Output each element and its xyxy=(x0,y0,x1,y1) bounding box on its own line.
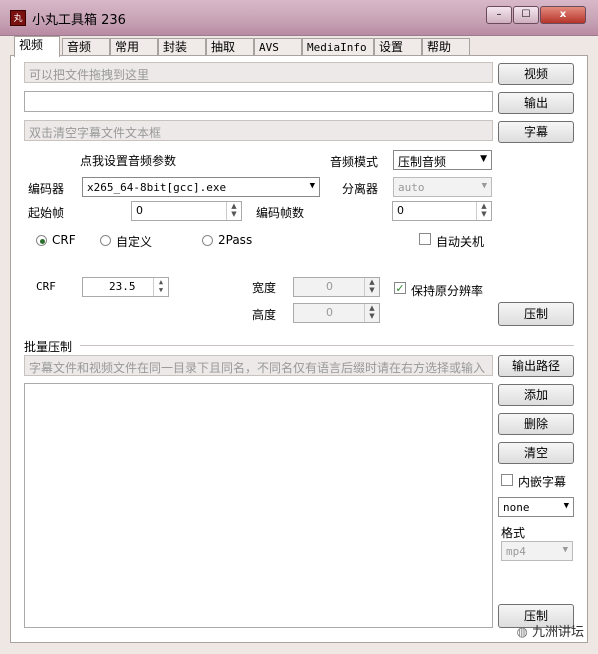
delete-button[interactable]: 删除 xyxy=(498,413,574,435)
embed-subtitle-select[interactable]: none ▼ xyxy=(498,497,574,517)
demuxer-select[interactable]: auto ▼ xyxy=(393,177,492,197)
video-button[interactable]: 视频 xyxy=(498,63,574,85)
crf-label: CRF xyxy=(36,280,56,293)
tab-mux[interactable]: 封装 xyxy=(158,38,206,56)
output-button[interactable]: 输出 xyxy=(498,92,574,114)
height-stepper[interactable]: 0 ▲ ▼ xyxy=(293,303,380,323)
spin-arrows-icon[interactable]: ▲ ▼ xyxy=(364,304,379,322)
mode-custom-label: 自定义 xyxy=(116,235,153,249)
mode-2pass-radio[interactable] xyxy=(202,235,213,246)
add-button[interactable]: 添加 xyxy=(498,384,574,406)
mode-crf-label: CRF xyxy=(52,233,76,247)
tab-audio[interactable]: 音频 xyxy=(62,38,110,56)
encoder-select[interactable]: x265_64-8bit[gcc].exe ▼ xyxy=(82,177,320,197)
tab-mediainfo[interactable]: MediaInfo xyxy=(302,38,374,56)
audio-settings-link[interactable]: 点我设置音频参数 xyxy=(80,152,176,169)
chevron-down-icon: ▼ xyxy=(480,154,487,164)
format-select[interactable]: mp4 ▼ xyxy=(501,541,573,561)
tab-help[interactable]: 帮助 xyxy=(422,38,470,56)
spin-arrows-icon[interactable]: ▲ ▼ xyxy=(226,202,241,220)
spin-arrows-icon[interactable]: ▲ ▼ xyxy=(364,278,379,296)
encoder-label: 编码器 xyxy=(28,182,65,196)
format-label: 格式 xyxy=(501,526,526,540)
subtitle-file-input[interactable]: 双击清空字幕文件文本框 xyxy=(24,120,493,141)
output-file-input[interactable] xyxy=(24,91,493,112)
keep-resolution-label: 保持原分辨率 xyxy=(411,284,484,298)
output-path-button[interactable]: 输出路径 xyxy=(498,355,574,377)
audio-mode-select[interactable]: 压制音频 ▼ xyxy=(393,150,492,170)
watermark: ◍ 九洲讲坛 xyxy=(516,625,585,640)
section-divider xyxy=(80,345,574,346)
auto-shutdown-label: 自动关机 xyxy=(436,235,485,249)
batch-section-title: 批量压制 xyxy=(24,340,73,354)
batch-file-list[interactable] xyxy=(24,383,493,628)
mode-crf-radio[interactable] xyxy=(36,235,47,246)
maximize-button[interactable]: ☐ xyxy=(513,6,539,24)
tab-settings[interactable]: 设置 xyxy=(374,38,422,56)
height-label: 高度 xyxy=(252,308,277,322)
app-icon: 丸 xyxy=(10,10,26,26)
tab-common[interactable]: 常用 xyxy=(110,38,158,56)
spin-arrows-icon[interactable]: ▲ ▼ xyxy=(476,202,491,220)
chevron-down-icon: ▼ xyxy=(563,501,569,511)
title-bar: 丸 小丸工具箱 236 – ☐ x xyxy=(0,0,598,36)
mode-custom-radio[interactable] xyxy=(100,235,111,246)
tab-extract[interactable]: 抽取 xyxy=(206,38,254,56)
start-frame-stepper[interactable]: 0 ▲ ▼ xyxy=(131,201,242,221)
spin-arrows-icon[interactable]: ▲ ▼ xyxy=(153,278,168,296)
embed-subtitle-label: 内嵌字幕 xyxy=(518,475,567,489)
embed-subtitle-checkbox[interactable] xyxy=(501,474,513,486)
close-button[interactable]: x xyxy=(540,6,586,24)
window-title: 小丸工具箱 236 xyxy=(32,13,126,28)
width-stepper[interactable]: 0 ▲ ▼ xyxy=(293,277,380,297)
encode-frames-stepper[interactable]: 0 ▲ ▼ xyxy=(392,201,492,221)
keep-resolution-checkbox[interactable]: ✓ xyxy=(394,282,406,294)
tab-video[interactable]: 视频 xyxy=(14,36,60,57)
minimize-button[interactable]: – xyxy=(486,6,512,24)
subtitle-button[interactable]: 字幕 xyxy=(498,121,574,143)
auto-shutdown-checkbox[interactable] xyxy=(419,233,431,245)
clear-button[interactable]: 清空 xyxy=(498,442,574,464)
demuxer-label: 分离器 xyxy=(342,182,379,196)
audio-mode-label: 音频模式 xyxy=(330,155,379,169)
chevron-down-icon: ▼ xyxy=(481,181,487,191)
chevron-down-icon: ▼ xyxy=(309,181,315,191)
encode-button[interactable]: 压制 xyxy=(498,302,574,326)
batch-hint-input[interactable]: 字幕文件和视频文件在同一目录下且同名，不同名仅有语言后缀时请在右方选择或输入 xyxy=(24,355,493,376)
width-label: 宽度 xyxy=(252,281,277,295)
mode-2pass-label: 2Pass xyxy=(218,233,253,247)
tab-avs[interactable]: AVS xyxy=(254,38,302,56)
encode-frames-label: 编码帧数 xyxy=(256,206,305,220)
start-frame-label: 起始帧 xyxy=(28,206,65,220)
chevron-down-icon: ▼ xyxy=(562,545,568,555)
wechat-icon: ◍ xyxy=(516,625,528,640)
video-file-input[interactable]: 可以把文件拖拽到这里 xyxy=(24,62,493,83)
crf-stepper[interactable]: 23.5 ▲ ▼ xyxy=(82,277,169,297)
